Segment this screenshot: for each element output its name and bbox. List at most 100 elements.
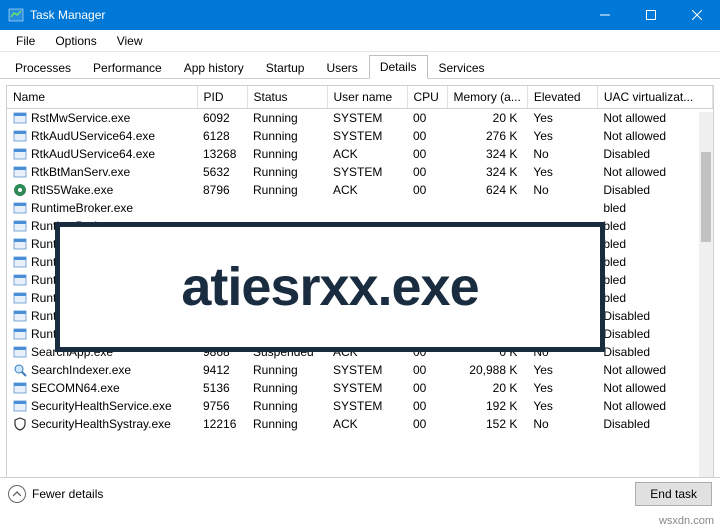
cell-pid: 9756 <box>197 397 247 415</box>
tab-processes[interactable]: Processes <box>4 56 82 79</box>
cell-elevated: No <box>527 181 597 199</box>
tab-details[interactable]: Details <box>369 55 428 79</box>
table-row[interactable]: SECOMN64.exe5136RunningSYSTEM0020 KYesNo… <box>7 379 713 397</box>
tab-users[interactable]: Users <box>315 56 368 79</box>
end-task-button[interactable]: End task <box>635 482 712 506</box>
process-name: SecurityHealthSystray.exe <box>31 417 171 431</box>
cell-pid: 5632 <box>197 163 247 181</box>
cell-uac: Not allowed <box>597 397 712 415</box>
tab-app-history[interactable]: App history <box>173 56 255 79</box>
process-icon <box>13 201 27 215</box>
cell-uac: bled <box>597 253 712 271</box>
table-row[interactable]: RtlS5Wake.exe8796RunningACK00624 KNoDisa… <box>7 181 713 199</box>
col-cpu[interactable]: CPU <box>407 86 447 109</box>
cell-uac: Disabled <box>597 343 712 361</box>
table-row[interactable]: RtkBtManServ.exe5632RunningSYSTEM00324 K… <box>7 163 713 181</box>
table-row[interactable]: SearchIndexer.exe9412RunningSYSTEM0020,9… <box>7 361 713 379</box>
task-manager-icon <box>8 7 24 23</box>
cell-status: Running <box>247 127 327 145</box>
overlay-banner: atiesrxx.exe <box>55 222 605 352</box>
process-icon <box>13 219 27 233</box>
cell-pid: 13268 <box>197 145 247 163</box>
col-name[interactable]: Name <box>7 86 197 109</box>
process-name: RtlS5Wake.exe <box>31 183 113 197</box>
cell-user: SYSTEM <box>327 127 407 145</box>
process-icon <box>13 381 27 395</box>
cell-memory: 624 K <box>447 181 527 199</box>
column-headers: Name PID Status User name CPU Memory (a.… <box>7 86 713 109</box>
process-icon <box>13 417 27 431</box>
cell-pid: 6128 <box>197 127 247 145</box>
cell-uac: bled <box>597 289 712 307</box>
menu-file[interactable]: File <box>6 32 45 50</box>
process-icon <box>13 183 27 197</box>
process-name: RstMwService.exe <box>31 111 130 125</box>
cell-status: Running <box>247 379 327 397</box>
col-uac[interactable]: UAC virtualizat... <box>597 86 712 109</box>
menu-options[interactable]: Options <box>45 32 106 50</box>
tab-strip: Processes Performance App history Startu… <box>0 52 720 79</box>
cell-elevated: Yes <box>527 163 597 181</box>
cell-user: SYSTEM <box>327 397 407 415</box>
scroll-thumb[interactable] <box>701 152 711 242</box>
cell-elevated <box>527 199 597 217</box>
fewer-details-button[interactable]: Fewer details <box>8 485 103 503</box>
close-button[interactable] <box>674 0 720 30</box>
table-row[interactable]: SecurityHealthService.exe 9756RunningSYST… <box>7 397 713 415</box>
tab-services[interactable]: Services <box>428 56 496 79</box>
col-pid[interactable]: PID <box>197 86 247 109</box>
cell-user <box>327 199 407 217</box>
vertical-scrollbar[interactable] <box>699 112 713 500</box>
titlebar: Task Manager <box>0 0 720 30</box>
col-user[interactable]: User name <box>327 86 407 109</box>
cell-cpu <box>407 199 447 217</box>
table-row[interactable]: RtkAudUService64.exe13268RunningACK00324… <box>7 145 713 163</box>
cell-pid: 12216 <box>197 415 247 433</box>
cell-user: ACK <box>327 181 407 199</box>
cell-elevated: Yes <box>527 127 597 145</box>
table-row[interactable]: RtkAudUService64.exe6128RunningSYSTEM002… <box>7 127 713 145</box>
cell-user: SYSTEM <box>327 163 407 181</box>
cell-cpu: 00 <box>407 379 447 397</box>
col-status[interactable]: Status <box>247 86 327 109</box>
cell-uac: Not allowed <box>597 109 712 128</box>
cell-elevated: No <box>527 415 597 433</box>
cell-cpu: 00 <box>407 415 447 433</box>
process-icon <box>13 147 27 161</box>
cell-cpu: 00 <box>407 109 447 128</box>
table-row[interactable]: RstMwService.exe6092RunningSYSTEM0020 KY… <box>7 109 713 128</box>
col-memory[interactable]: Memory (a... <box>447 86 527 109</box>
cell-uac: bled <box>597 199 712 217</box>
cell-uac: Disabled <box>597 415 712 433</box>
cell-status: Running <box>247 397 327 415</box>
tab-startup[interactable]: Startup <box>255 56 316 79</box>
watermark: wsxdn.com <box>659 515 714 527</box>
status-bar: Fewer details End task <box>0 477 720 509</box>
cell-user: ACK <box>327 145 407 163</box>
process-icon <box>13 291 27 305</box>
process-icon <box>13 327 27 341</box>
process-icon <box>13 363 27 377</box>
col-elevated[interactable]: Elevated <box>527 86 597 109</box>
chevron-up-icon <box>8 485 26 503</box>
process-name: RtkBtManServ.exe <box>31 165 130 179</box>
process-icon <box>13 399 27 413</box>
cell-uac: Not allowed <box>597 127 712 145</box>
process-name: RuntimeBroker.exe <box>31 201 133 215</box>
process-name: SecurityHealthService.exe <box>31 399 172 413</box>
table-row[interactable]: SecurityHealthSystray.exe12216RunningACK… <box>7 415 713 433</box>
process-name: RtkAudUService64.exe <box>31 147 155 161</box>
tab-performance[interactable]: Performance <box>82 56 173 79</box>
menu-view[interactable]: View <box>107 32 153 50</box>
overlay-text: atiesrxx.exe <box>181 256 478 318</box>
minimize-button[interactable] <box>582 0 628 30</box>
table-row[interactable]: RuntimeBroker.exe bled <box>7 199 713 217</box>
process-icon <box>13 165 27 179</box>
cell-uac: Not allowed <box>597 361 712 379</box>
cell-memory: 192 K <box>447 397 527 415</box>
cell-status: Running <box>247 181 327 199</box>
maximize-button[interactable] <box>628 0 674 30</box>
cell-pid: 8796 <box>197 181 247 199</box>
cell-user: ACK <box>327 415 407 433</box>
cell-elevated: Yes <box>527 397 597 415</box>
